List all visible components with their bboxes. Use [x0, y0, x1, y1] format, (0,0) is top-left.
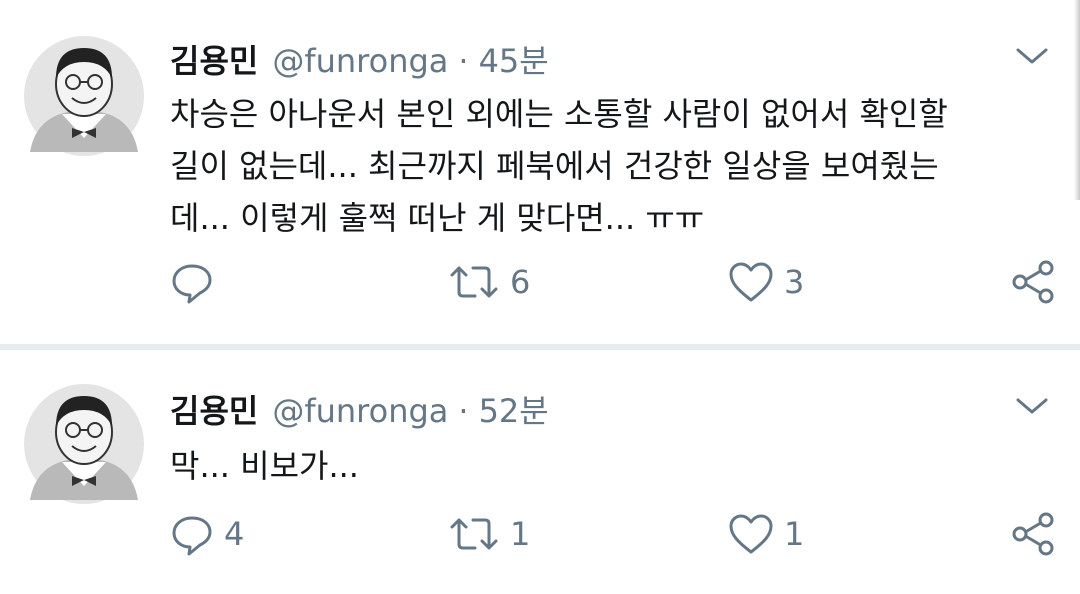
chevron-down-icon[interactable] [1012, 40, 1052, 72]
timestamp[interactable]: 52분 [479, 386, 549, 432]
share-icon [1012, 512, 1054, 556]
display-name[interactable]: 김용민 [170, 386, 258, 432]
heart-icon [729, 262, 773, 302]
reply-count: 4 [224, 515, 245, 553]
separator-dot: · [458, 392, 469, 430]
tweet-text-line: 막... 비보가... [170, 447, 359, 485]
retweet-button[interactable]: 1 [448, 510, 530, 558]
reply-button[interactable]: 4 [170, 510, 244, 558]
tweet-actions: 4 1 1 [170, 510, 1060, 558]
like-count: 1 [784, 515, 805, 553]
scrollbar[interactable] [1074, 0, 1080, 200]
user-handle[interactable]: @funronga [272, 42, 448, 80]
tweet-text: 막... 비보가... [170, 440, 1030, 492]
tweet-text-line: 차승은 아나운서 본인 외에는 소통할 사람이 없어서 확인할 [170, 95, 948, 133]
retweet-count: 1 [510, 515, 531, 553]
like-button[interactable]: 3 [728, 258, 804, 306]
tweet-header: 김용민 @funronga · 45분 [170, 36, 549, 86]
retweet-icon [450, 518, 498, 550]
tweet-text-line: 길이 없는데... 최근까지 페북에서 건강한 일상을 보여줬는 [170, 147, 939, 185]
tweet-actions: 6 3 [170, 258, 1060, 306]
retweet-count: 6 [510, 263, 531, 301]
avatar[interactable] [22, 382, 146, 506]
heart-icon [729, 514, 773, 554]
retweet-button[interactable]: 6 [448, 258, 530, 306]
share-icon [1012, 260, 1054, 304]
tweet-card[interactable]: 김용민 @funronga · 52분 막... 비보가... 4 1 1 [0, 350, 1080, 594]
reply-icon [172, 516, 212, 556]
display-name[interactable]: 김용민 [170, 36, 258, 82]
share-button[interactable] [1010, 258, 1056, 306]
avatar[interactable] [22, 34, 146, 158]
tweet-card[interactable]: 김용민 @funronga · 45분 차승은 아나운서 본인 외에는 소통할 … [0, 0, 1080, 344]
like-count: 3 [784, 263, 805, 301]
retweet-icon [450, 266, 498, 298]
like-button[interactable]: 1 [728, 510, 804, 558]
share-button[interactable] [1010, 510, 1056, 558]
reply-icon [172, 264, 212, 304]
chevron-down-icon[interactable] [1012, 390, 1052, 422]
user-handle[interactable]: @funronga [272, 392, 448, 430]
tweet-text-line: 데... 이렇게 훌쩍 떠난 게 맞다면... ㅠㅠ [170, 199, 705, 237]
reply-button[interactable] [170, 258, 224, 306]
tweet-header: 김용민 @funronga · 52분 [170, 386, 549, 436]
separator-dot: · [458, 42, 469, 80]
tweet-text: 차승은 아나운서 본인 외에는 소통할 사람이 없어서 확인할 길이 없는데..… [170, 88, 1030, 244]
timestamp[interactable]: 45분 [479, 36, 549, 82]
